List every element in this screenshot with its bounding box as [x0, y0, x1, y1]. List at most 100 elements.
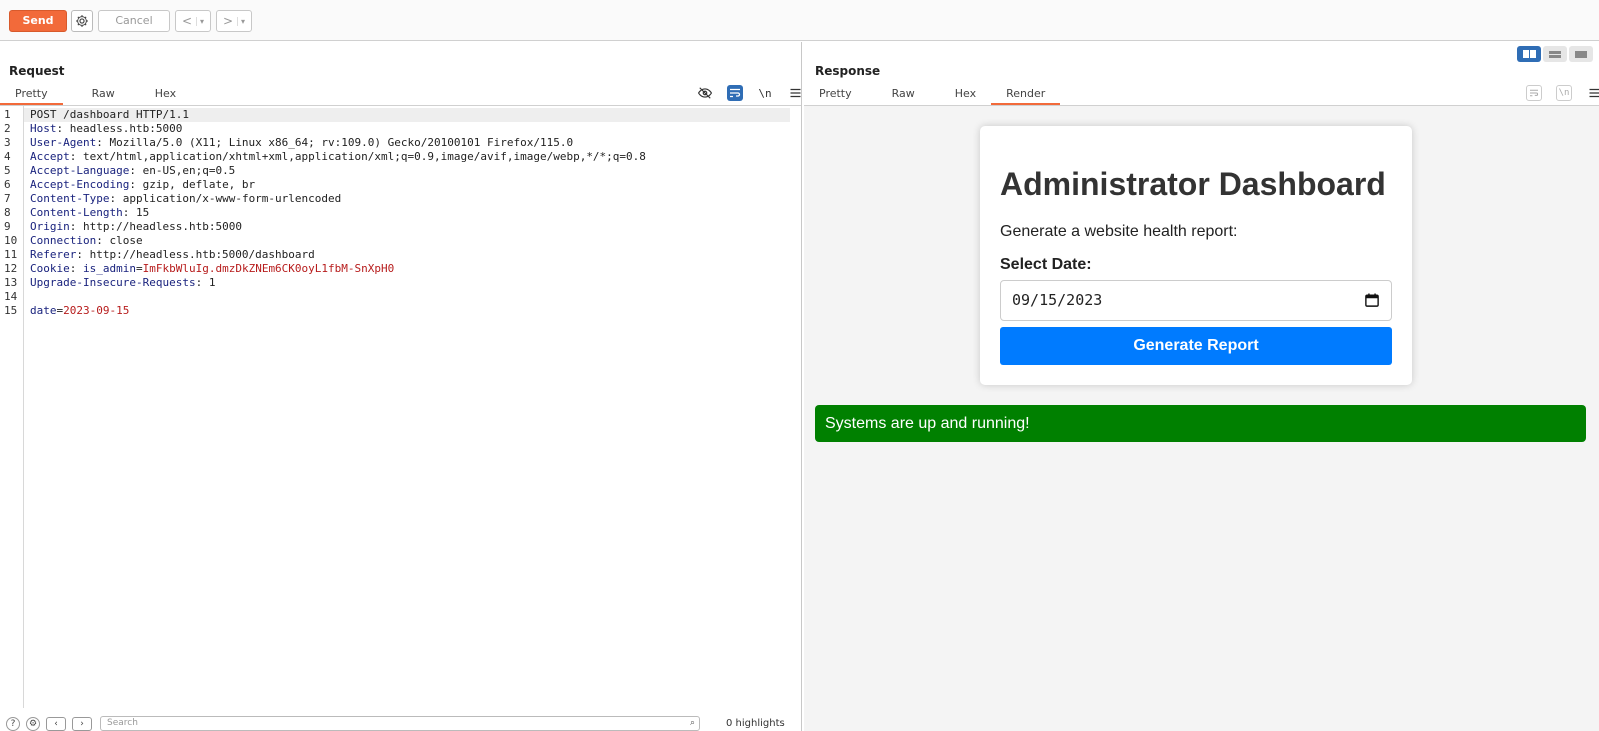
line-number: 7: [4, 192, 11, 205]
tab-hex[interactable]: Hex: [130, 84, 191, 104]
line-number: 11: [4, 248, 18, 261]
response-panel: Response Pretty Raw Hex Render \n Admini…: [804, 42, 1599, 731]
line-number: 15: [4, 304, 18, 317]
menu-icon[interactable]: [787, 85, 803, 101]
newline-icon[interactable]: \n: [1556, 85, 1572, 101]
line-text: Accept: text/html,application/xhtml+xml,…: [30, 150, 646, 163]
line-number: 9: [4, 220, 11, 233]
header-name: Cookie: [30, 262, 70, 275]
forward-arrow-icon: >: [222, 14, 234, 28]
layout-toggle: [1517, 46, 1593, 62]
line-number: 8: [4, 206, 11, 219]
dashboard-card: Administrator Dashboard Generate a websi…: [980, 126, 1412, 385]
tab-pretty[interactable]: Pretty: [804, 84, 867, 104]
tab-pretty[interactable]: Pretty: [0, 84, 63, 105]
layout-stacked-icon[interactable]: [1543, 46, 1567, 62]
tab-hex[interactable]: Hex: [930, 84, 991, 104]
request-title: Request: [9, 64, 65, 78]
header-value: 1: [208, 276, 216, 289]
line-number: 4: [4, 150, 11, 163]
line-number: 5: [4, 164, 11, 177]
gear-icon[interactable]: ⚙: [26, 716, 40, 731]
tab-raw[interactable]: Raw: [63, 84, 130, 104]
code-line[interactable]: 12 Cookie: is_admin=ImFkbWluIg.dmzDkZNEm6…: [0, 262, 790, 276]
chevron-down-icon[interactable]: ▾: [237, 16, 245, 26]
code-line[interactable]: 4 Accept: text/html,application/xhtml+xml…: [0, 150, 790, 164]
cancel-button[interactable]: Cancel: [98, 10, 170, 32]
eye-off-icon[interactable]: [697, 85, 713, 101]
wrap-icon[interactable]: [1526, 85, 1542, 101]
newline-icon[interactable]: \n: [757, 85, 773, 101]
code-line[interactable]: 5 Accept-Language: en-US,en;q=0.5: [0, 164, 790, 178]
code-line[interactable]: 15 date=2023-09-15: [0, 304, 790, 318]
request-code[interactable]: 1 POST /dashboard HTTP/1.1 2 Host: headless…: [0, 108, 790, 318]
code-line[interactable]: 10 Connection: close: [0, 234, 790, 248]
search-input[interactable]: Search ⌕: [100, 716, 700, 731]
param-name: date: [30, 304, 57, 317]
code-line[interactable]: 1 POST /dashboard HTTP/1.1: [0, 108, 790, 122]
response-editor-tools: \n: [1526, 84, 1599, 102]
next-match-button[interactable]: ›: [72, 716, 92, 731]
tab-render[interactable]: Render: [991, 84, 1061, 105]
status-message: Systems are up and running!: [815, 405, 1586, 442]
code-line[interactable]: 2 Host: headless.htb:5000: [0, 122, 790, 136]
code-line[interactable]: 11 Referer: http://headless.htb:5000/dash…: [0, 248, 790, 262]
header-name: Origin: [30, 220, 70, 233]
header-value: headless.htb:5000: [69, 122, 183, 135]
rendered-response: Administrator Dashboard Generate a websi…: [804, 106, 1599, 731]
tab-raw[interactable]: Raw: [867, 84, 930, 104]
line-text: Accept-Language: en-US,en;q=0.5: [30, 164, 236, 177]
header-value: close: [109, 234, 143, 247]
send-button[interactable]: Send: [9, 10, 67, 32]
layout-split-icon[interactable]: [1517, 46, 1541, 62]
date-field[interactable]: 09/15/2023: [1000, 280, 1392, 321]
highlights-count: 0 highlights: [726, 718, 785, 729]
line-text: Cookie: is_admin=ImFkbWluIg.dmzDkZNEm6CK…: [30, 262, 395, 275]
generate-report-button[interactable]: Generate Report: [1000, 327, 1392, 365]
line-text: Host: headless.htb:5000: [30, 122, 183, 135]
code-line[interactable]: 8 Content-Length: 15: [0, 206, 790, 220]
header-name: Accept-Encoding: [30, 178, 130, 191]
back-button[interactable]: < ▾: [175, 10, 211, 32]
calendar-icon[interactable]: [1365, 293, 1379, 307]
line-number: 12: [4, 262, 18, 275]
header-value: Mozilla/5.0 (X11; Linux x86_64; rv:109.0…: [109, 136, 574, 149]
menu-icon[interactable]: [1586, 85, 1599, 101]
layout-single-icon[interactable]: [1569, 46, 1593, 62]
wrap-icon[interactable]: [727, 85, 743, 101]
response-tabs: Pretty Raw Hex Render: [804, 84, 1061, 105]
request-editor[interactable]: 1 POST /dashboard HTTP/1.1 2 Host: headless…: [0, 106, 801, 708]
header-value: gzip, deflate, br: [142, 178, 256, 191]
code-line[interactable]: 6 Accept-Encoding: gzip, deflate, br: [0, 178, 790, 192]
code-line[interactable]: 14: [0, 290, 790, 304]
line-number: 6: [4, 178, 11, 191]
main-toolbar: Send Cancel < ▾ > ▾: [0, 0, 1599, 41]
line-text: date=2023-09-15: [30, 304, 130, 317]
forward-button[interactable]: > ▾: [216, 10, 252, 32]
date-value: 09/15/2023: [1012, 291, 1103, 309]
line-text: Content-Type: application/x-www-form-url…: [30, 192, 342, 205]
search-icon: ⌕: [689, 718, 695, 728]
header-value: en-US,en;q=0.5: [142, 164, 236, 177]
header-value: text/html,application/xhtml+xml,applicat…: [83, 150, 646, 163]
prev-match-button[interactable]: ‹: [46, 716, 66, 731]
gear-icon: [76, 15, 88, 27]
line-number: 14: [4, 290, 18, 303]
settings-button[interactable]: [71, 10, 93, 32]
header-name: Referer: [30, 248, 77, 261]
code-line[interactable]: 3 User-Agent: Mozilla/5.0 (X11; Linux x86…: [0, 136, 790, 150]
request-panel: Request Pretty Raw Hex \n 1 POST /dashboa…: [0, 42, 802, 731]
code-line[interactable]: 7 Content-Type: application/x-www-form-ur…: [0, 192, 790, 206]
param-value: 2023-09-15: [63, 304, 130, 317]
code-line[interactable]: 9 Origin: http://headless.htb:5000: [0, 220, 790, 234]
line-number: 13: [4, 276, 18, 289]
help-icon[interactable]: ?: [6, 716, 20, 731]
code-line[interactable]: 13 Upgrade-Insecure-Requests: 1: [0, 276, 790, 290]
line-number: 3: [4, 136, 11, 149]
line-number: 2: [4, 122, 11, 135]
search-placeholder: Search: [107, 718, 138, 728]
header-name: Accept: [30, 150, 70, 163]
header-value: application/x-www-form-urlencoded: [122, 192, 342, 205]
chevron-down-icon[interactable]: ▾: [196, 16, 204, 26]
page-title: Administrator Dashboard: [1000, 166, 1386, 202]
